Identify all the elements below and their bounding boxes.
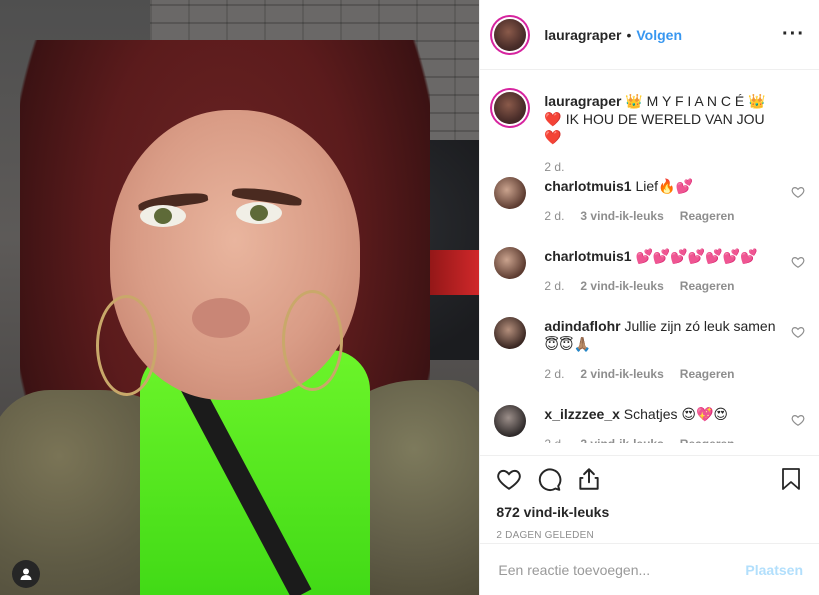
post-caption: lauragraper 👑 M Y F I A N C É 👑 ❤️ IK HO… (494, 70, 805, 180)
reply-button[interactable]: Reageren (680, 277, 735, 295)
tagged-user-button[interactable] (12, 560, 40, 588)
like-comment-heart-icon[interactable] (791, 185, 805, 199)
left-eye (140, 205, 186, 227)
follow-button[interactable]: Volgen (636, 27, 682, 43)
author-avatar[interactable] (494, 18, 527, 51)
scroll-fade (480, 443, 819, 455)
like-comment-heart-icon[interactable] (791, 325, 805, 339)
caption-avatar[interactable] (494, 92, 527, 124)
separator-dot: • (626, 26, 632, 43)
commenter-avatar[interactable] (494, 317, 527, 349)
comment-username[interactable]: charlotmuis1 (544, 248, 631, 264)
lips (192, 298, 250, 338)
comment-text: Schatjes 😍💖😍 (623, 406, 729, 422)
more-options-icon[interactable]: ··· (782, 23, 805, 46)
post-image[interactable] (0, 0, 480, 595)
comment-text: 💕💕💕💕💕💕💕 (635, 248, 758, 264)
comment-likes[interactable]: 2 vind-ik-leuks (580, 277, 663, 295)
comment-input[interactable] (496, 560, 746, 579)
comment-bubble-icon[interactable] (536, 466, 562, 492)
comment-username[interactable]: x_ilzzzee_x (544, 406, 620, 422)
commenter-avatar[interactable] (494, 405, 527, 437)
post-date[interactable]: 2 DAGEN GELEDEN (496, 530, 803, 541)
post-details-pane: lauragraper • Volgen ··· lauragraper 👑 M… (479, 0, 819, 595)
comment-text: Lief🔥💕 (635, 178, 693, 194)
comment-likes[interactable]: 3 vind-ik-leuks (580, 207, 663, 225)
comment-username[interactable]: adindaflohr (544, 318, 620, 334)
comment-username[interactable]: charlotmuis1 (544, 178, 631, 194)
comment-time[interactable]: 2 d. (544, 365, 564, 383)
caption-username[interactable]: lauragraper (544, 93, 621, 109)
comment-item: charlotmuis1 Lief🔥💕 2 d. 3 vind-ik-leuks… (494, 177, 805, 225)
right-eye (236, 202, 282, 224)
user-icon (20, 568, 32, 580)
comment-item: charlotmuis1 💕💕💕💕💕💕💕 2 d. 2 vind-ik-leuk… (494, 247, 805, 295)
author-username[interactable]: lauragraper (544, 27, 621, 43)
caption-time[interactable]: 2 d. (544, 158, 564, 176)
left-earring (96, 295, 157, 396)
comment-likes[interactable]: 2 vind-ik-leuks (580, 365, 663, 383)
like-count[interactable]: 872 vind-ik-leuks (496, 504, 803, 520)
right-earring (282, 290, 343, 391)
post-header: lauragraper • Volgen ··· (480, 0, 819, 70)
reply-button[interactable]: Reageren (680, 207, 735, 225)
share-icon[interactable] (576, 466, 602, 492)
like-comment-heart-icon[interactable] (791, 255, 805, 269)
comments-list[interactable]: lauragraper 👑 M Y F I A N C É 👑 ❤️ IK HO… (480, 70, 819, 455)
reply-button[interactable]: Reageren (680, 365, 735, 383)
comment-item: adindaflohr Jullie zijn zó leuk samen 😇😇… (494, 317, 805, 383)
save-bookmark-icon[interactable] (779, 466, 803, 492)
post-comment-button[interactable]: Plaatsen (745, 562, 803, 578)
add-comment-bar: Plaatsen (480, 543, 819, 595)
post-actions: 872 vind-ik-leuks 2 DAGEN GELEDEN Plaats… (480, 455, 819, 595)
commenter-avatar[interactable] (494, 247, 527, 279)
like-heart-icon[interactable] (496, 466, 522, 492)
comment-time[interactable]: 2 d. (544, 207, 564, 225)
like-comment-heart-icon[interactable] (791, 413, 805, 427)
comment-time[interactable]: 2 d. (544, 277, 564, 295)
commenter-avatar[interactable] (494, 177, 527, 209)
